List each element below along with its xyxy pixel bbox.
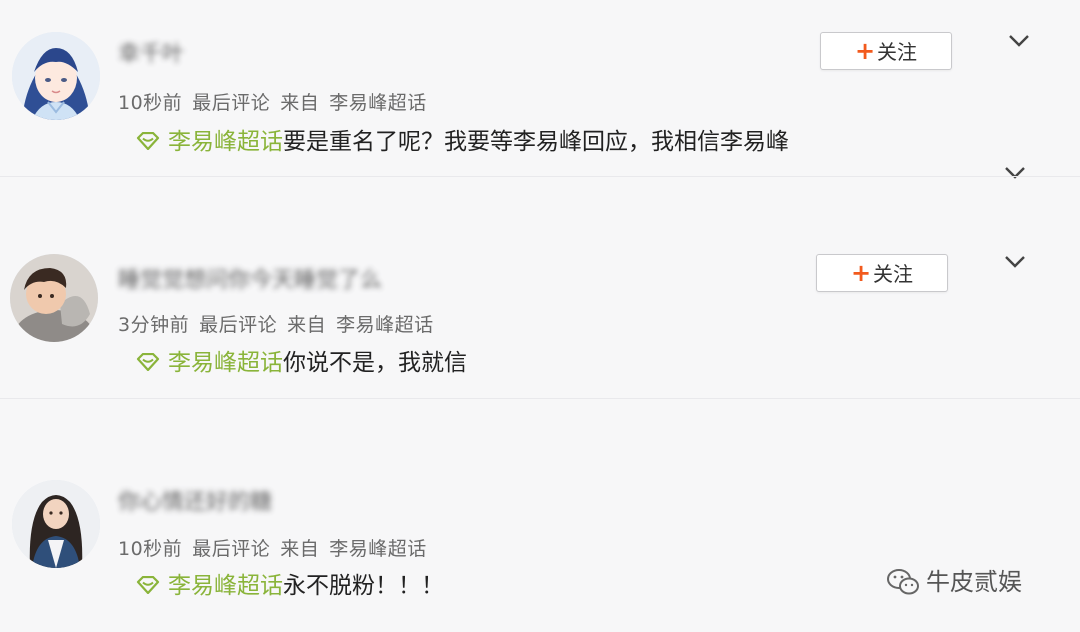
comment-text: 你说不是，我就信 xyxy=(283,350,467,376)
topic-link[interactable]: 李易峰超话 xyxy=(168,350,283,376)
username[interactable]: 你心情还好的糖 xyxy=(118,490,300,516)
plus-icon: + xyxy=(850,259,872,287)
comment-text-line: 李易峰超话永不脱粉！！！ xyxy=(136,571,444,601)
meta-action: 最后评论 xyxy=(192,538,271,560)
watermark: 牛皮贰娱 xyxy=(886,562,1022,597)
meta-from: 来自 xyxy=(280,92,320,114)
meta-source-link[interactable]: 李易峰超话 xyxy=(329,538,427,560)
meta-from: 来自 xyxy=(287,314,327,336)
chevron-down-icon[interactable] xyxy=(1007,33,1031,49)
follow-button[interactable]: + 关注 xyxy=(820,32,952,70)
avatar[interactable] xyxy=(12,480,100,568)
meta-action: 最后评论 xyxy=(199,314,278,336)
topic-link[interactable]: 李易峰超话 xyxy=(168,129,283,155)
topic-link[interactable]: 李易峰超话 xyxy=(168,573,283,599)
meta-source-link[interactable]: 李易峰超话 xyxy=(336,314,434,336)
username[interactable]: 幸千叶 xyxy=(118,42,210,68)
timestamp: 10秒前 xyxy=(118,538,183,560)
comment-meta: 10秒前 最后评论 来自 李易峰超话 xyxy=(118,534,437,561)
super-topic-diamond-icon xyxy=(136,353,160,371)
woman-photo-avatar-image xyxy=(12,480,100,568)
meta-action: 最后评论 xyxy=(192,92,271,114)
avatar[interactable] xyxy=(12,32,100,120)
watermark-text: 牛皮贰娱 xyxy=(926,568,1022,596)
divider xyxy=(0,398,1080,399)
super-topic-diamond-icon xyxy=(136,132,160,150)
follow-label: 关注 xyxy=(877,40,918,64)
comment-text-line: 李易峰超话要是重名了呢？我要等李易峰回应，我相信李易峰 xyxy=(136,127,789,157)
comment-post: 幸千叶 10秒前 最后评论 来自 李易峰超话 李易峰超话要是重名了呢？我要等李易峰回应… xyxy=(0,0,1080,179)
divider xyxy=(0,176,1080,177)
follow-button[interactable]: + 关注 xyxy=(816,254,948,292)
plus-icon: + xyxy=(854,37,876,65)
comment-text: 永不脱粉！！！ xyxy=(283,573,444,599)
comment-meta: 10秒前 最后评论 来自 李易峰超话 xyxy=(118,88,437,115)
comment-post: 你心情还好的糖 10秒前 最后评论 来自 李易峰超话 李易峰超话永不脱粉！！！ xyxy=(0,470,1080,632)
timestamp: 3分钟前 xyxy=(118,314,190,336)
avatar[interactable] xyxy=(10,254,98,342)
comment-text: 要是重名了呢？我要等李易峰回应，我相信李易峰 xyxy=(283,129,789,155)
child-photo-avatar-image xyxy=(10,254,98,342)
super-topic-diamond-icon xyxy=(136,576,160,594)
meta-from: 来自 xyxy=(280,538,320,560)
follow-label: 关注 xyxy=(873,262,914,286)
timestamp: 10秒前 xyxy=(118,92,183,114)
chevron-down-icon[interactable] xyxy=(1003,254,1027,270)
username[interactable]: 睡觉觉想问你今天睡觉了么 xyxy=(118,268,418,294)
comment-meta: 3分钟前 最后评论 来自 李易峰超话 xyxy=(118,310,444,337)
comment-text-line: 李易峰超话你说不是，我就信 xyxy=(136,348,467,378)
meta-source-link[interactable]: 李易峰超话 xyxy=(329,92,427,114)
wechat-icon xyxy=(887,569,919,595)
chevron-down-icon[interactable] xyxy=(1003,165,1027,181)
anime-avatar-image xyxy=(12,32,100,120)
comment-post: 睡觉觉想问你今天睡觉了么 3分钟前 最后评论 来自 李易峰超话 李易峰超话你说不是，我… xyxy=(0,240,1080,400)
